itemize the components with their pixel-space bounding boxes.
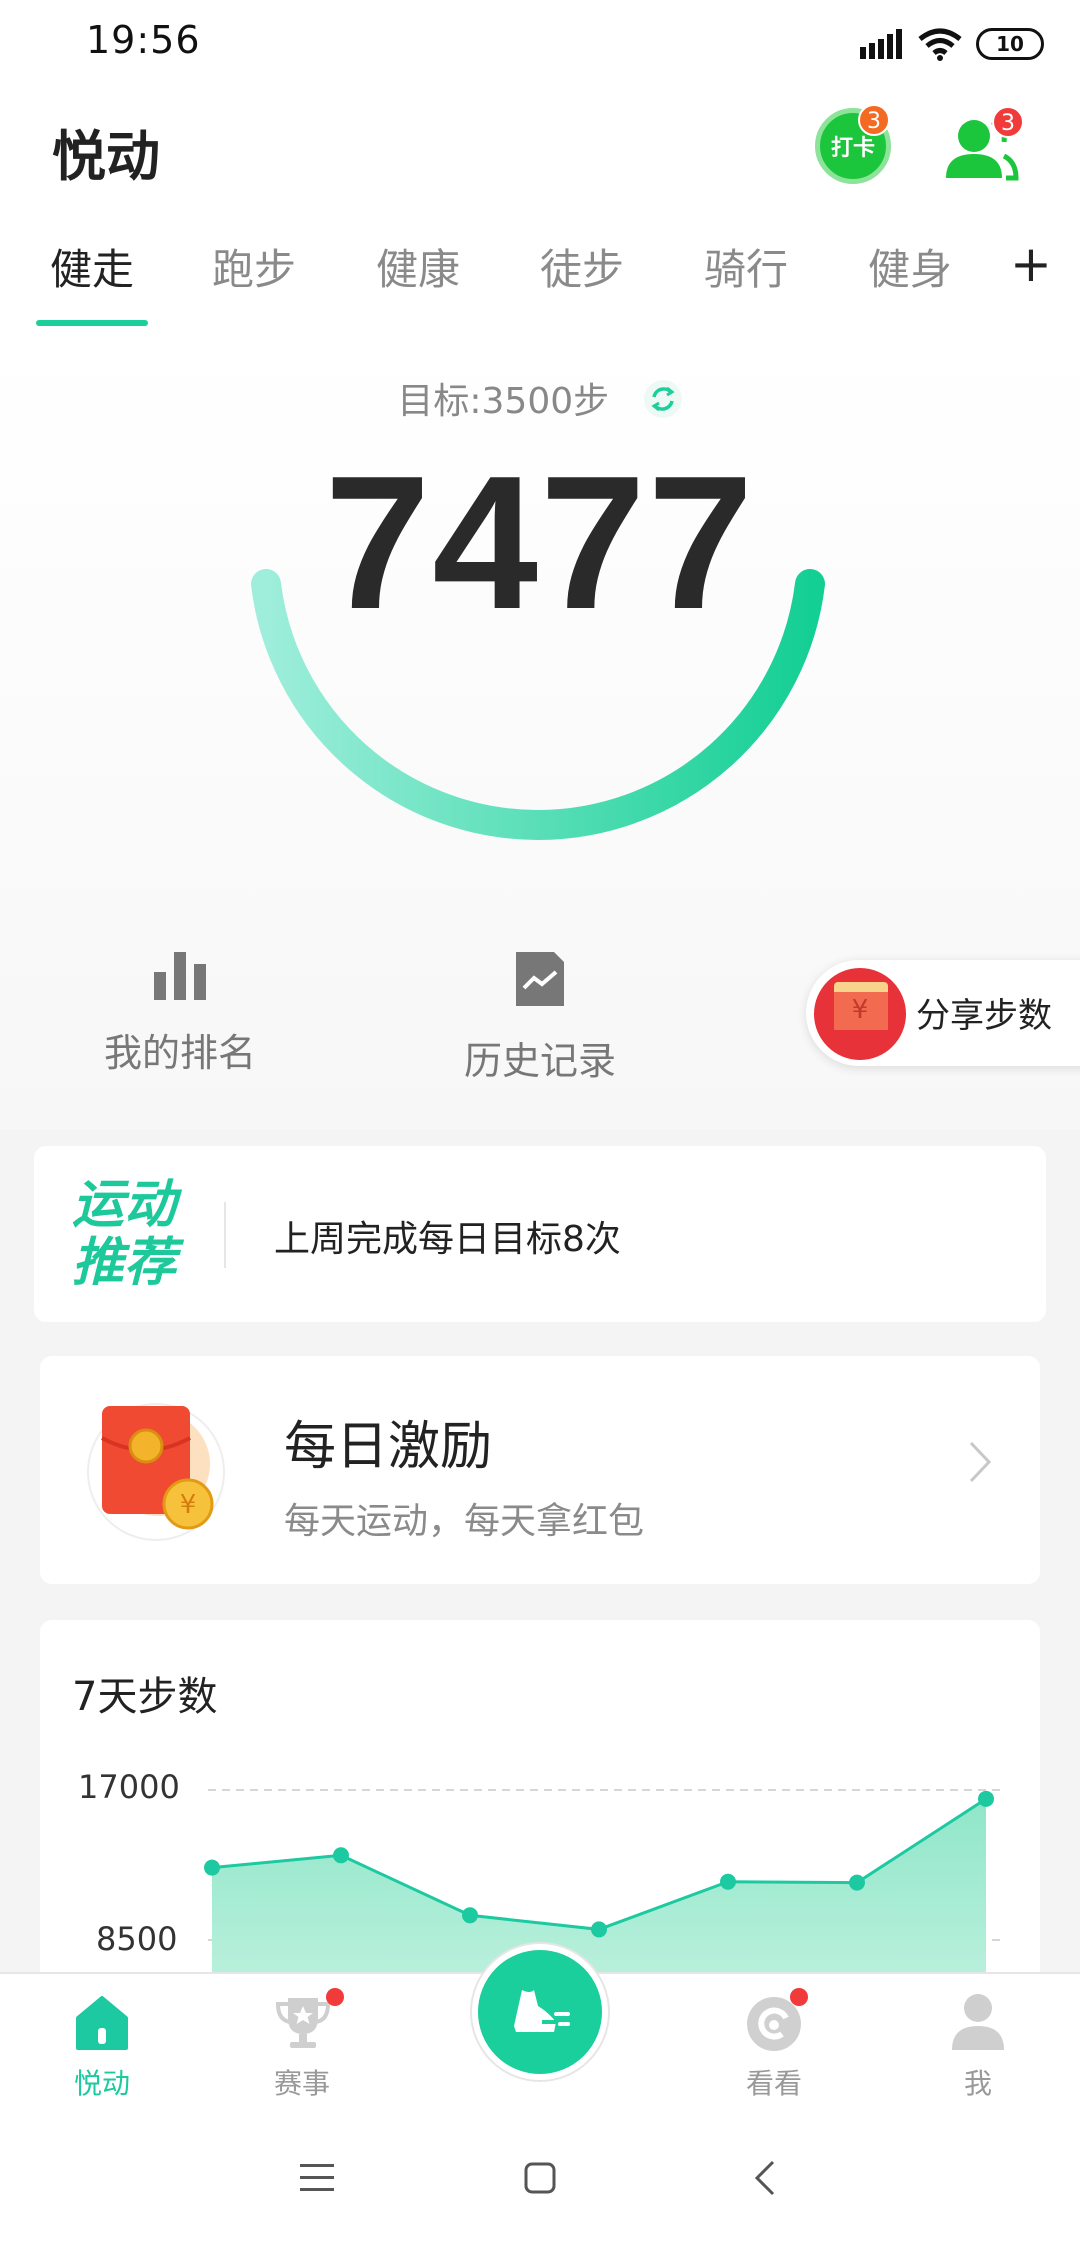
svg-text:¥: ¥ <box>852 995 869 1025</box>
sneaker-icon <box>514 1990 570 2032</box>
home-icon <box>76 1996 128 2050</box>
start-workout-button[interactable] <box>472 1944 608 2080</box>
nav-home[interactable]: 悦动 <box>22 1974 182 2114</box>
nav-watch[interactable]: 看看 <box>694 1974 854 2114</box>
nav-watch-dot <box>790 1988 808 2006</box>
history-button[interactable]: 历史记录 <box>420 950 660 1085</box>
recommendation-logo: 运动 推荐 <box>72 1176 192 1292</box>
my-ranking-button[interactable]: 我的排名 <box>60 950 300 1077</box>
chevron-right-icon <box>969 1441 992 1483</box>
my-ranking-label: 我的排名 <box>103 1031 256 1075</box>
share-steps-button[interactable]: ¥ 分享步数 <box>806 960 1080 1066</box>
nav-events-dot <box>326 1988 344 2006</box>
home-square-icon[interactable] <box>524 2162 556 2194</box>
divider <box>224 1202 226 1268</box>
nav-events[interactable]: 赛事 <box>222 1974 382 2114</box>
daily-reward-subtitle: 每天运动，每天拿红包 <box>284 1501 645 1542</box>
recommendation-logo-line2: 推荐 <box>72 1233 177 1293</box>
nav-watch-label: 看看 <box>745 2067 802 2100</box>
chart-point <box>204 1859 220 1876</box>
step-count: 7477 <box>324 437 756 649</box>
red-envelope-icon: ¥ <box>814 968 906 1060</box>
red-packet-icon: ¥ <box>87 1403 225 1541</box>
system-navigation-bar <box>0 2112 1080 2244</box>
chart-point <box>720 1873 736 1890</box>
nav-me-label: 我 <box>963 2067 992 2100</box>
daily-reward-card[interactable]: ¥ 每日激励 每天运动，每天拿红包 <box>40 1356 1040 1584</box>
nav-home-label: 悦动 <box>73 2067 130 2100</box>
daily-reward-title: 每日激励 <box>284 1417 493 1477</box>
menu-icon[interactable] <box>300 2164 334 2192</box>
exercise-recommendation-card[interactable]: 运动 推荐 上周完成每日目标8次 <box>34 1146 1046 1322</box>
nav-events-label: 赛事 <box>273 2067 330 2100</box>
history-label: 历史记录 <box>463 1039 616 1083</box>
recommendation-text: 上周完成每日目标8次 <box>274 1219 621 1260</box>
share-steps-label: 分享步数 <box>916 996 1052 1036</box>
nav-me[interactable]: 我 <box>898 1974 1058 2114</box>
bar-chart-icon <box>154 952 206 1000</box>
back-icon[interactable] <box>754 2160 776 2196</box>
svg-text:¥: ¥ <box>180 1490 197 1520</box>
chart-point <box>462 1907 478 1924</box>
chart-point <box>591 1921 607 1938</box>
chart-point <box>333 1847 349 1864</box>
profile-icon <box>952 1994 1004 2050</box>
chart-point <box>849 1874 865 1891</box>
chart-point <box>978 1790 994 1807</box>
recommendation-logo-line1: 运动 <box>72 1175 177 1235</box>
history-document-icon <box>516 952 564 1006</box>
trophy-icon <box>275 1998 331 2048</box>
